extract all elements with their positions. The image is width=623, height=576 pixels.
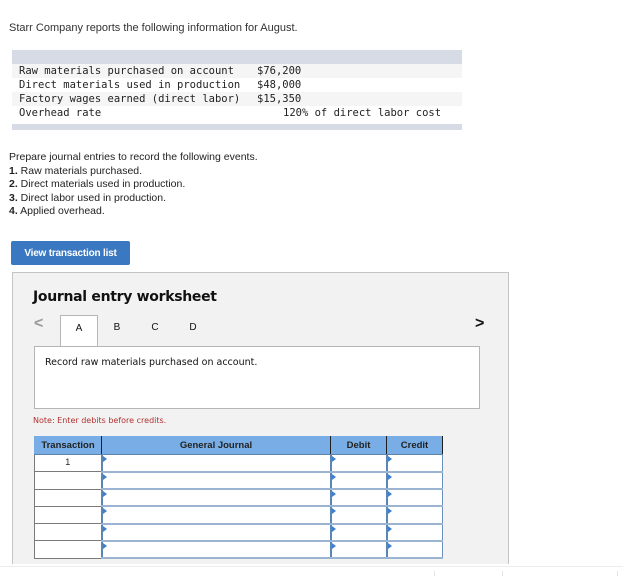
- info-row: Overhead rate 120% of direct labor cost: [12, 106, 462, 120]
- general-journal-table: Transaction General Journal Debit Credit…: [34, 436, 443, 560]
- debit-input[interactable]: [329, 540, 387, 560]
- table-row: 1: [34, 453, 443, 473]
- info-row: Direct materials used in production $48,…: [12, 78, 462, 92]
- chevron-right-icon[interactable]: >: [475, 315, 484, 333]
- view-transaction-list-button[interactable]: View transaction list: [11, 241, 130, 265]
- debit-input[interactable]: [329, 453, 387, 473]
- account-input[interactable]: [100, 453, 331, 473]
- table-row: [34, 488, 443, 508]
- info-row: Factory wages earned (direct labor) $15,…: [12, 92, 462, 106]
- credit-input[interactable]: [385, 523, 443, 543]
- info-value: $15,350: [257, 93, 302, 105]
- info-value: $76,200: [257, 65, 302, 77]
- info-table-header-band: [12, 50, 462, 64]
- instruction-text: Direct materials used in production.: [17, 178, 186, 190]
- info-label: Overhead rate: [19, 107, 102, 119]
- credit-input[interactable]: [385, 505, 443, 525]
- transaction-number: [34, 540, 102, 559]
- instructions: Prepare journal entries to record the fo…: [9, 151, 258, 219]
- problem-intro: Starr Company reports the following info…: [9, 22, 298, 34]
- tab-d[interactable]: D: [174, 315, 212, 345]
- instruction-text: Raw materials purchased.: [17, 164, 143, 177]
- entry-description: Record raw materials purchased on accoun…: [34, 346, 480, 409]
- tab-c[interactable]: C: [136, 315, 174, 345]
- tab-a[interactable]: A: [60, 315, 98, 346]
- info-value: 120% of direct labor cost: [283, 107, 442, 119]
- divider-tick: [434, 571, 435, 576]
- debit-input[interactable]: [329, 488, 387, 508]
- info-label: Direct materials used in production: [19, 79, 241, 91]
- transaction-number: [34, 471, 102, 490]
- instruction-number: 4.: [9, 205, 18, 217]
- info-value: $48,000: [257, 79, 302, 91]
- instruction-text: Applied overhead.: [17, 205, 105, 217]
- instruction-item: 3. Direct labor used in production.: [9, 192, 258, 206]
- journal-entry-worksheet: Journal entry worksheet < A B C D > Reco…: [12, 272, 509, 564]
- worksheet-title: Journal entry worksheet: [33, 289, 217, 305]
- divider-tick: [502, 571, 503, 576]
- chevron-left-icon[interactable]: <: [34, 315, 43, 333]
- info-table: Raw materials purchased on account $76,2…: [12, 50, 462, 130]
- info-row: Raw materials purchased on account $76,2…: [12, 64, 462, 78]
- credit-input[interactable]: [385, 540, 443, 560]
- transaction-number: [34, 488, 102, 507]
- credit-input[interactable]: [385, 471, 443, 491]
- account-input[interactable]: [100, 488, 331, 508]
- transaction-number: [34, 523, 102, 542]
- page-divider: [0, 566, 623, 567]
- tab-b[interactable]: B: [98, 315, 136, 345]
- instruction-number: 2.: [9, 178, 18, 190]
- credit-input[interactable]: [385, 453, 443, 473]
- header-general-journal: General Journal: [101, 436, 331, 455]
- debits-credits-note: Note: Enter debits before credits.: [33, 416, 167, 425]
- account-input[interactable]: [100, 540, 331, 560]
- instruction-number: 1.: [9, 164, 18, 177]
- info-rows: Raw materials purchased on account $76,2…: [12, 64, 462, 120]
- table-row: [34, 523, 443, 543]
- header-credit: Credit: [386, 436, 443, 455]
- info-table-footer-band: [12, 124, 462, 130]
- instruction-item: 1. Raw materials purchased.: [9, 165, 258, 179]
- table-row: [34, 505, 443, 525]
- table-row: [34, 540, 443, 560]
- worksheet-tabs: A B C D: [60, 315, 212, 346]
- debit-input[interactable]: [329, 523, 387, 543]
- instruction-number: 3.: [9, 191, 18, 204]
- info-label: Raw materials purchased on account: [19, 65, 234, 77]
- debit-input[interactable]: [329, 505, 387, 525]
- header-debit: Debit: [330, 436, 387, 455]
- instruction-item: 2. Direct materials used in production.: [9, 178, 258, 192]
- divider-tick: [617, 571, 618, 576]
- account-input[interactable]: [100, 523, 331, 543]
- instructions-lead: Prepare journal entries to record the fo…: [9, 151, 258, 163]
- instruction-text: Direct labor used in production.: [17, 191, 167, 204]
- debit-input[interactable]: [329, 471, 387, 491]
- table-row: [34, 471, 443, 491]
- header-transaction: Transaction: [34, 436, 102, 455]
- table-header-row: Transaction General Journal Debit Credit: [34, 436, 443, 455]
- transaction-number: 1: [34, 453, 102, 473]
- info-label: Factory wages earned (direct labor): [19, 93, 241, 105]
- credit-input[interactable]: [385, 488, 443, 508]
- account-input[interactable]: [100, 505, 331, 525]
- instruction-item: 4. Applied overhead.: [9, 205, 258, 219]
- account-input[interactable]: [100, 471, 331, 491]
- transaction-number: [34, 505, 102, 525]
